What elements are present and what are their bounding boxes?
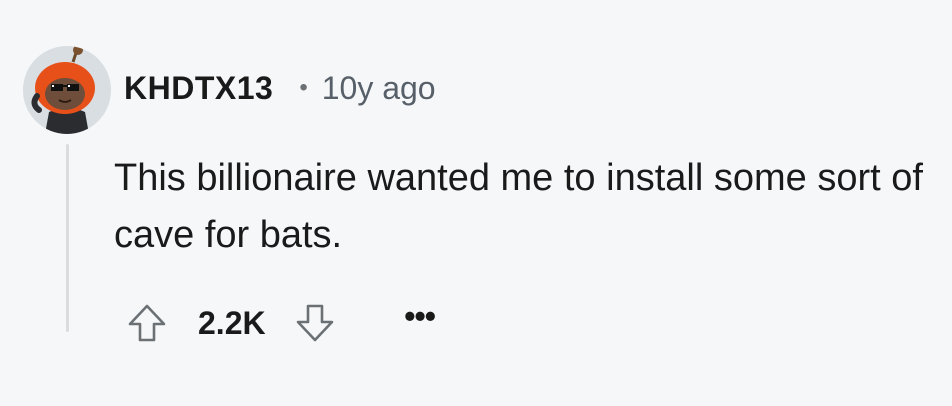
arrow-down-icon	[296, 304, 333, 342]
separator-dot: •	[299, 74, 308, 101]
snoo-avatar-icon	[23, 46, 111, 134]
upvote-button[interactable]	[122, 298, 172, 348]
arrow-up-icon	[128, 304, 166, 342]
comment-actions: 2.2K •••	[122, 298, 448, 348]
comment: KHDTX13 • 10y ago This billionaire wante…	[0, 0, 952, 406]
thread-line[interactable]	[66, 144, 69, 332]
username-link[interactable]: KHDTX13	[124, 70, 273, 107]
comment-body: This billionaire wanted me to install so…	[114, 157, 923, 256]
comment-meta: KHDTX13 • 10y ago	[124, 66, 436, 110]
user-avatar[interactable]	[23, 46, 111, 134]
more-options-button[interactable]: •••	[392, 298, 448, 343]
more-options-icon: •••	[404, 297, 436, 334]
timestamp[interactable]: 10y ago	[322, 70, 436, 107]
vote-score: 2.2K	[198, 304, 266, 341]
downvote-button[interactable]	[290, 298, 340, 348]
